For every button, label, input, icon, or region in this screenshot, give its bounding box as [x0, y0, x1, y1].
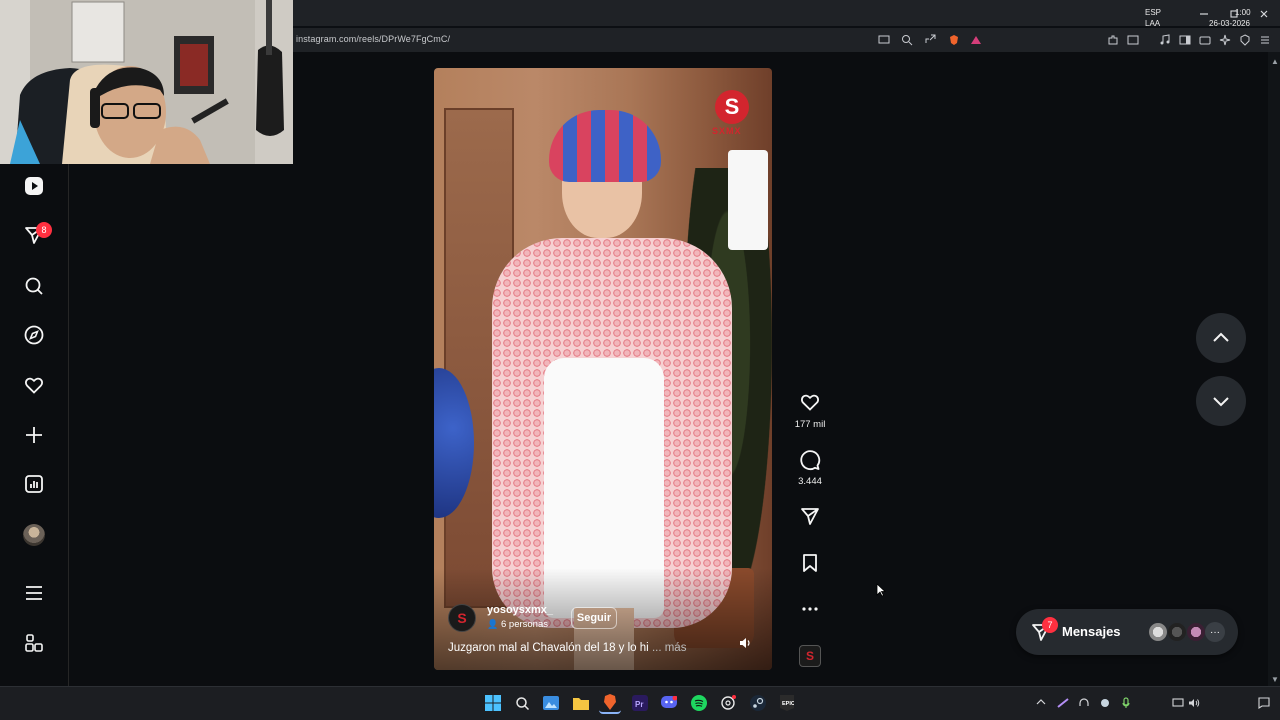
chatgpt-icon[interactable] — [717, 692, 739, 714]
explore-icon[interactable] — [21, 322, 47, 348]
steam-icon[interactable] — [747, 692, 769, 714]
zoom-icon[interactable] — [899, 32, 915, 48]
vpn-shield-icon[interactable] — [1237, 32, 1253, 48]
leo-ai-icon[interactable] — [1217, 32, 1233, 48]
reel-hanging-cloth — [728, 150, 768, 250]
mouse-cursor-icon — [876, 583, 887, 602]
keyboard-layout[interactable]: LAA — [1145, 19, 1160, 28]
search-icon[interactable] — [21, 273, 47, 299]
create-plus-icon[interactable] — [21, 422, 47, 448]
messages-label: Mensajes — [1062, 624, 1121, 639]
windows-start-icon[interactable] — [482, 692, 504, 714]
comment-icon[interactable] — [797, 447, 823, 473]
share-direct-icon[interactable] — [797, 503, 823, 529]
chevron-up-icon — [1213, 332, 1229, 342]
more-menu-icon[interactable] — [21, 580, 47, 606]
caption-more-link[interactable]: ... más — [652, 642, 687, 654]
author-username[interactable]: yosoysxmx_ — [487, 604, 553, 616]
author-avatar[interactable]: S — [448, 604, 476, 632]
epic-games-icon[interactable]: EPIC — [776, 692, 798, 714]
wallet-icon[interactable] — [1197, 32, 1213, 48]
collaborators-count[interactable]: 6 personas — [501, 619, 548, 630]
next-reel-button[interactable] — [1196, 376, 1246, 426]
likes-count[interactable]: 177 mil — [780, 419, 840, 430]
message-more-avatars: ··· — [1205, 622, 1225, 642]
photos-app-icon[interactable] — [540, 692, 562, 714]
taskbar-search-icon[interactable] — [511, 692, 533, 714]
message-contact-avatar — [1186, 622, 1206, 642]
extensions-icon[interactable] — [1105, 32, 1121, 48]
clock-date[interactable]: 26-03-2026 — [1209, 19, 1250, 28]
pen-tray-icon[interactable] — [1057, 698, 1069, 711]
reel-watermark-text: SXMX — [712, 126, 742, 136]
clock-time[interactable]: 1:00 — [1235, 8, 1251, 17]
message-contact-avatar — [1167, 622, 1187, 642]
scroll-up-icon[interactable]: ▲ — [1271, 57, 1279, 66]
input-language[interactable]: ESP — [1145, 8, 1161, 17]
webcam-overlay — [0, 0, 293, 164]
steam-tray-icon[interactable] — [1099, 698, 1111, 711]
network-tray-icon[interactable] — [1172, 698, 1184, 711]
menu-icon[interactable] — [1257, 32, 1273, 48]
scroll-down-icon[interactable]: ▼ — [1271, 675, 1279, 684]
reel-video[interactable]: S SXMX S yosoysxmx_ 👤 6 personas Seguir … — [434, 68, 772, 670]
message-contact-avatar — [1148, 622, 1168, 642]
tray-overflow-icon[interactable] — [1036, 698, 1046, 709]
caption-text: Juzgaron mal al Chavalón del 18 y lo hi — [448, 642, 649, 654]
sidebar-divider — [68, 164, 69, 686]
messages-count-badge: 8 — [36, 222, 52, 238]
also-from-meta-icon[interactable] — [21, 630, 47, 656]
more-options-icon[interactable] — [797, 596, 823, 622]
profile-avatar[interactable] — [23, 524, 45, 546]
spotify-icon[interactable] — [688, 692, 710, 714]
share-icon[interactable] — [922, 32, 938, 48]
svg-text:Pr: Pr — [635, 700, 643, 709]
webcam-image — [0, 0, 293, 164]
original-audio-thumbnail[interactable]: S — [799, 645, 821, 667]
brave-shield-icon[interactable] — [946, 32, 962, 48]
microphone-tray-icon[interactable] — [1121, 697, 1131, 712]
svg-text:EPIC: EPIC — [782, 701, 794, 707]
notification-center-icon[interactable] — [1258, 697, 1270, 712]
follow-button[interactable]: Seguir — [571, 607, 617, 629]
discord-icon[interactable] — [658, 692, 680, 714]
sidebar-toggle-icon[interactable] — [1177, 32, 1193, 48]
volume-tray-icon[interactable] — [1188, 698, 1200, 711]
dashboard-icon[interactable] — [21, 471, 47, 497]
save-bookmark-icon[interactable] — [797, 550, 823, 576]
brave-browser-icon[interactable] — [599, 692, 621, 714]
messages-unread-badge: 7 — [1042, 617, 1058, 633]
premiere-pro-icon[interactable]: Pr — [629, 692, 651, 714]
chevron-down-icon — [1213, 397, 1229, 407]
file-explorer-icon[interactable] — [570, 692, 592, 714]
cast-icon[interactable] — [876, 32, 892, 48]
brave-rewards-icon[interactable] — [968, 32, 984, 48]
url-text[interactable]: instagram.com/reels/DPrWe7FgCmC/ — [296, 34, 450, 44]
notifications-heart-icon[interactable] — [21, 372, 47, 398]
comments-count[interactable]: 3.444 — [780, 476, 840, 487]
volume-icon[interactable] — [738, 636, 752, 655]
headset-tray-icon[interactable] — [1078, 698, 1090, 711]
like-heart-icon[interactable] — [797, 389, 823, 415]
media-icon[interactable] — [1157, 32, 1173, 48]
screenshot-icon[interactable] — [1125, 32, 1141, 48]
person-icon: 👤 — [487, 619, 499, 629]
reels-icon[interactable] — [21, 173, 47, 199]
scrollbar[interactable] — [1268, 52, 1280, 686]
previous-reel-button[interactable] — [1196, 313, 1246, 363]
close-button[interactable] — [1256, 6, 1272, 22]
reel-watermark-logo: S — [715, 90, 749, 124]
messages-button[interactable]: 7 Mensajes ··· — [1016, 609, 1238, 655]
reel-caption[interactable]: Juzgaron mal al Chavalón del 18 y lo hi … — [448, 642, 686, 654]
